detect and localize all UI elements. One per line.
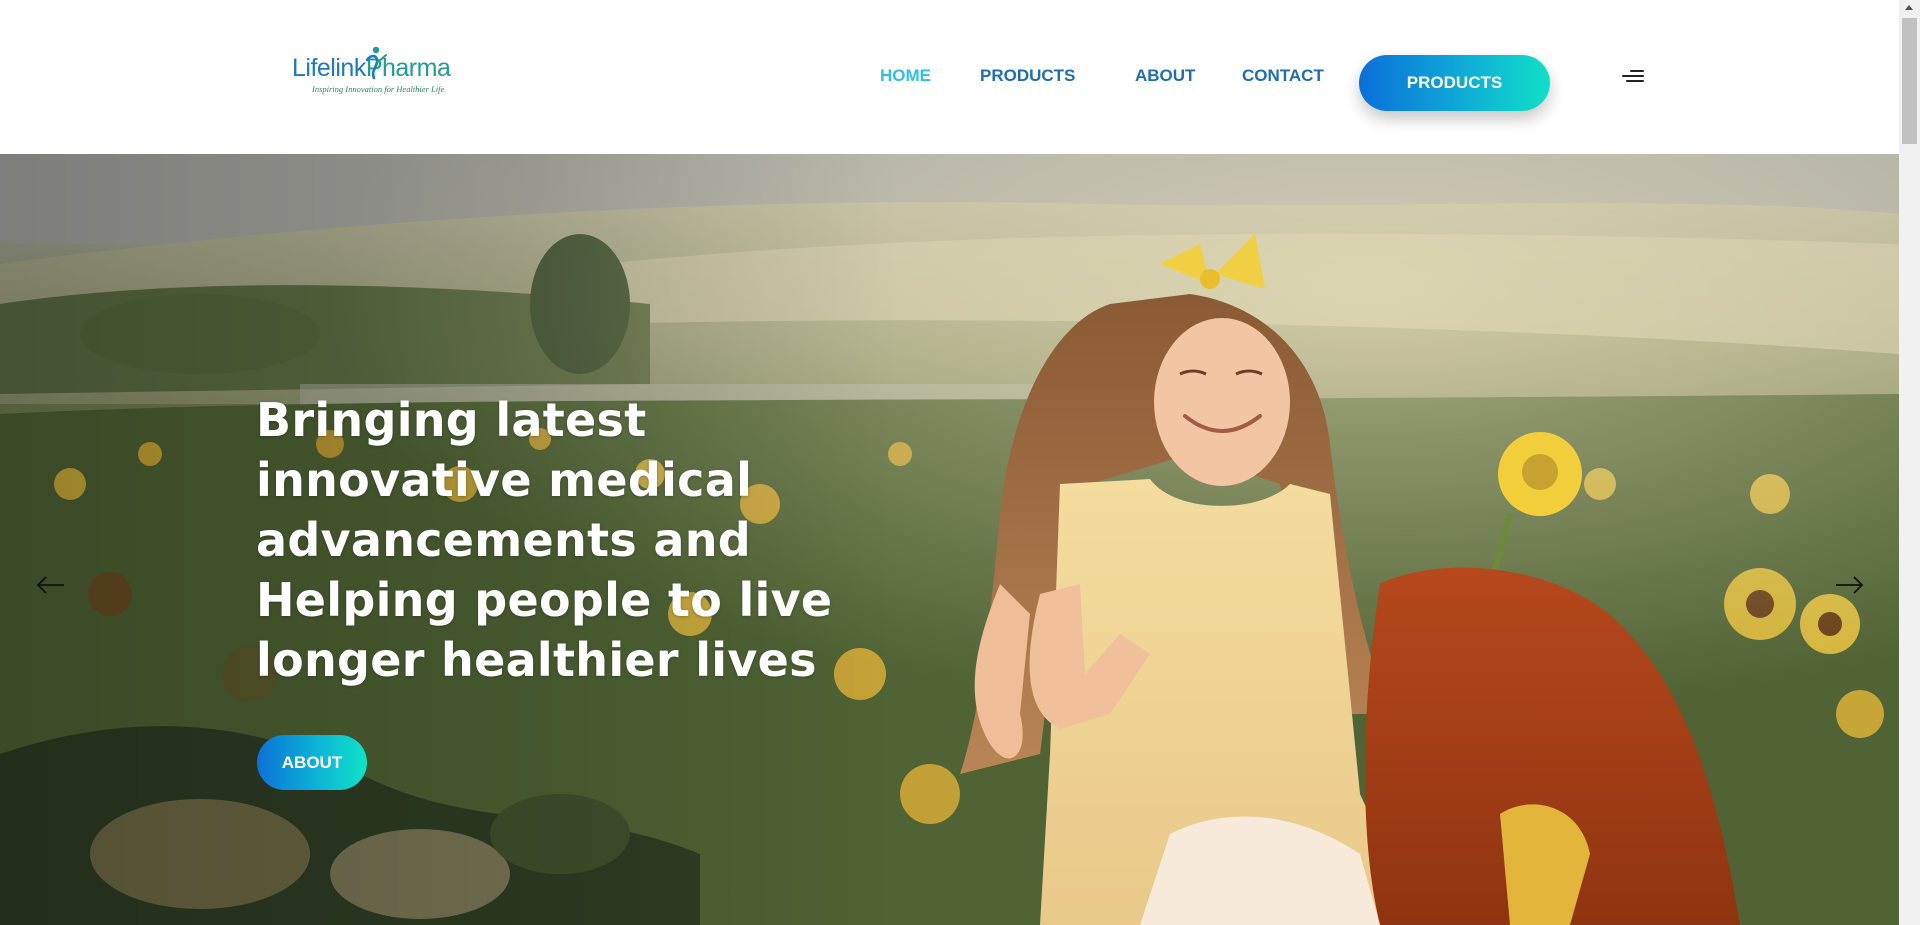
scroll-up-arrow-icon[interactable] [1905, 5, 1913, 10]
hero-about-button[interactable]: ABOUT [257, 735, 367, 790]
scroll-thumb[interactable] [1902, 18, 1917, 144]
logo-figure-icon [365, 46, 387, 80]
nav-products[interactable]: PRODUCTS [980, 66, 1075, 86]
hero-slider: Bringing latest innovative medical advan… [0, 154, 1899, 925]
logo-name-part1: Lifelink [292, 54, 366, 82]
hamburger-menu-icon[interactable] [1622, 70, 1644, 84]
nav-contact[interactable]: CONTACT [1242, 66, 1324, 86]
products-cta-button[interactable]: PRODUCTS [1359, 55, 1550, 111]
nav-home[interactable]: HOME [880, 66, 931, 86]
page-scrollbar[interactable] [1899, 0, 1920, 925]
brand-logo[interactable]: LifelinkPharma Inspiring Innovation for … [292, 46, 462, 100]
site-header: LifelinkPharma Inspiring Innovation for … [0, 0, 1899, 154]
arrow-left-icon[interactable] [34, 573, 68, 597]
logo-tagline: Inspiring Innovation for Healthier Life [312, 84, 445, 94]
nav-about[interactable]: ABOUT [1135, 66, 1195, 86]
hero-title: Bringing latest innovative medical advan… [256, 393, 833, 687]
arrow-right-icon[interactable] [1832, 573, 1866, 597]
page: LifelinkPharma Inspiring Innovation for … [0, 0, 1920, 925]
